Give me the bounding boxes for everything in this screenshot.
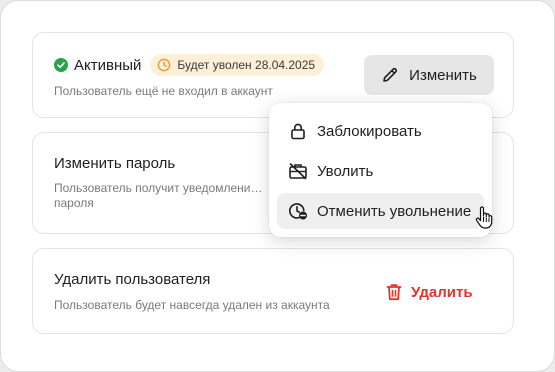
delete-button-label: Удалить xyxy=(411,283,473,301)
menu-item-label: Заблокировать xyxy=(317,122,422,140)
menu-item-block[interactable]: Заблокировать xyxy=(277,113,484,149)
status-subtitle: Пользователь ещё не входил в аккаунт xyxy=(54,84,273,98)
status-row: Активный Будет уволен 28.04.2025 xyxy=(54,54,325,76)
menu-item-dismiss[interactable]: Уволить xyxy=(277,153,484,189)
edit-button-label: Изменить xyxy=(409,66,477,84)
badge-text: Будет уволен 28.04.2025 xyxy=(177,58,316,72)
edit-dropdown-menu: Заблокировать Уволить Отменить увольнени… xyxy=(269,103,492,237)
menu-item-label: Уволить xyxy=(317,162,374,180)
delete-user-title: Удалить пользователя xyxy=(54,271,211,288)
status-label: Активный xyxy=(74,56,142,74)
pencil-icon xyxy=(381,66,399,84)
lock-icon xyxy=(288,122,308,140)
clock-cancel-icon xyxy=(288,202,308,220)
menu-item-cancel-dismissal[interactable]: Отменить увольнение xyxy=(277,193,484,229)
briefcase-off-icon xyxy=(288,162,308,180)
delete-button[interactable]: Удалить xyxy=(386,278,473,306)
menu-item-label: Отменить увольнение xyxy=(317,202,472,220)
user-settings-panel: Активный Будет уволен 28.04.2025 Пользов… xyxy=(0,0,555,372)
change-password-description: Пользователь получит уведомлени… пароля xyxy=(54,181,263,210)
hand-cursor-icon xyxy=(475,206,493,235)
clock-icon xyxy=(157,58,171,72)
edit-button[interactable]: Изменить xyxy=(364,55,494,95)
check-circle-icon xyxy=(54,58,68,72)
trash-icon xyxy=(386,283,402,301)
delete-user-description: Пользователь будет навсегда удален из ак… xyxy=(54,298,330,312)
dismissal-badge: Будет уволен 28.04.2025 xyxy=(150,54,325,76)
change-password-title: Изменить пароль xyxy=(54,155,176,172)
delete-user-card: Удалить пользователя Пользователь будет … xyxy=(32,248,514,334)
